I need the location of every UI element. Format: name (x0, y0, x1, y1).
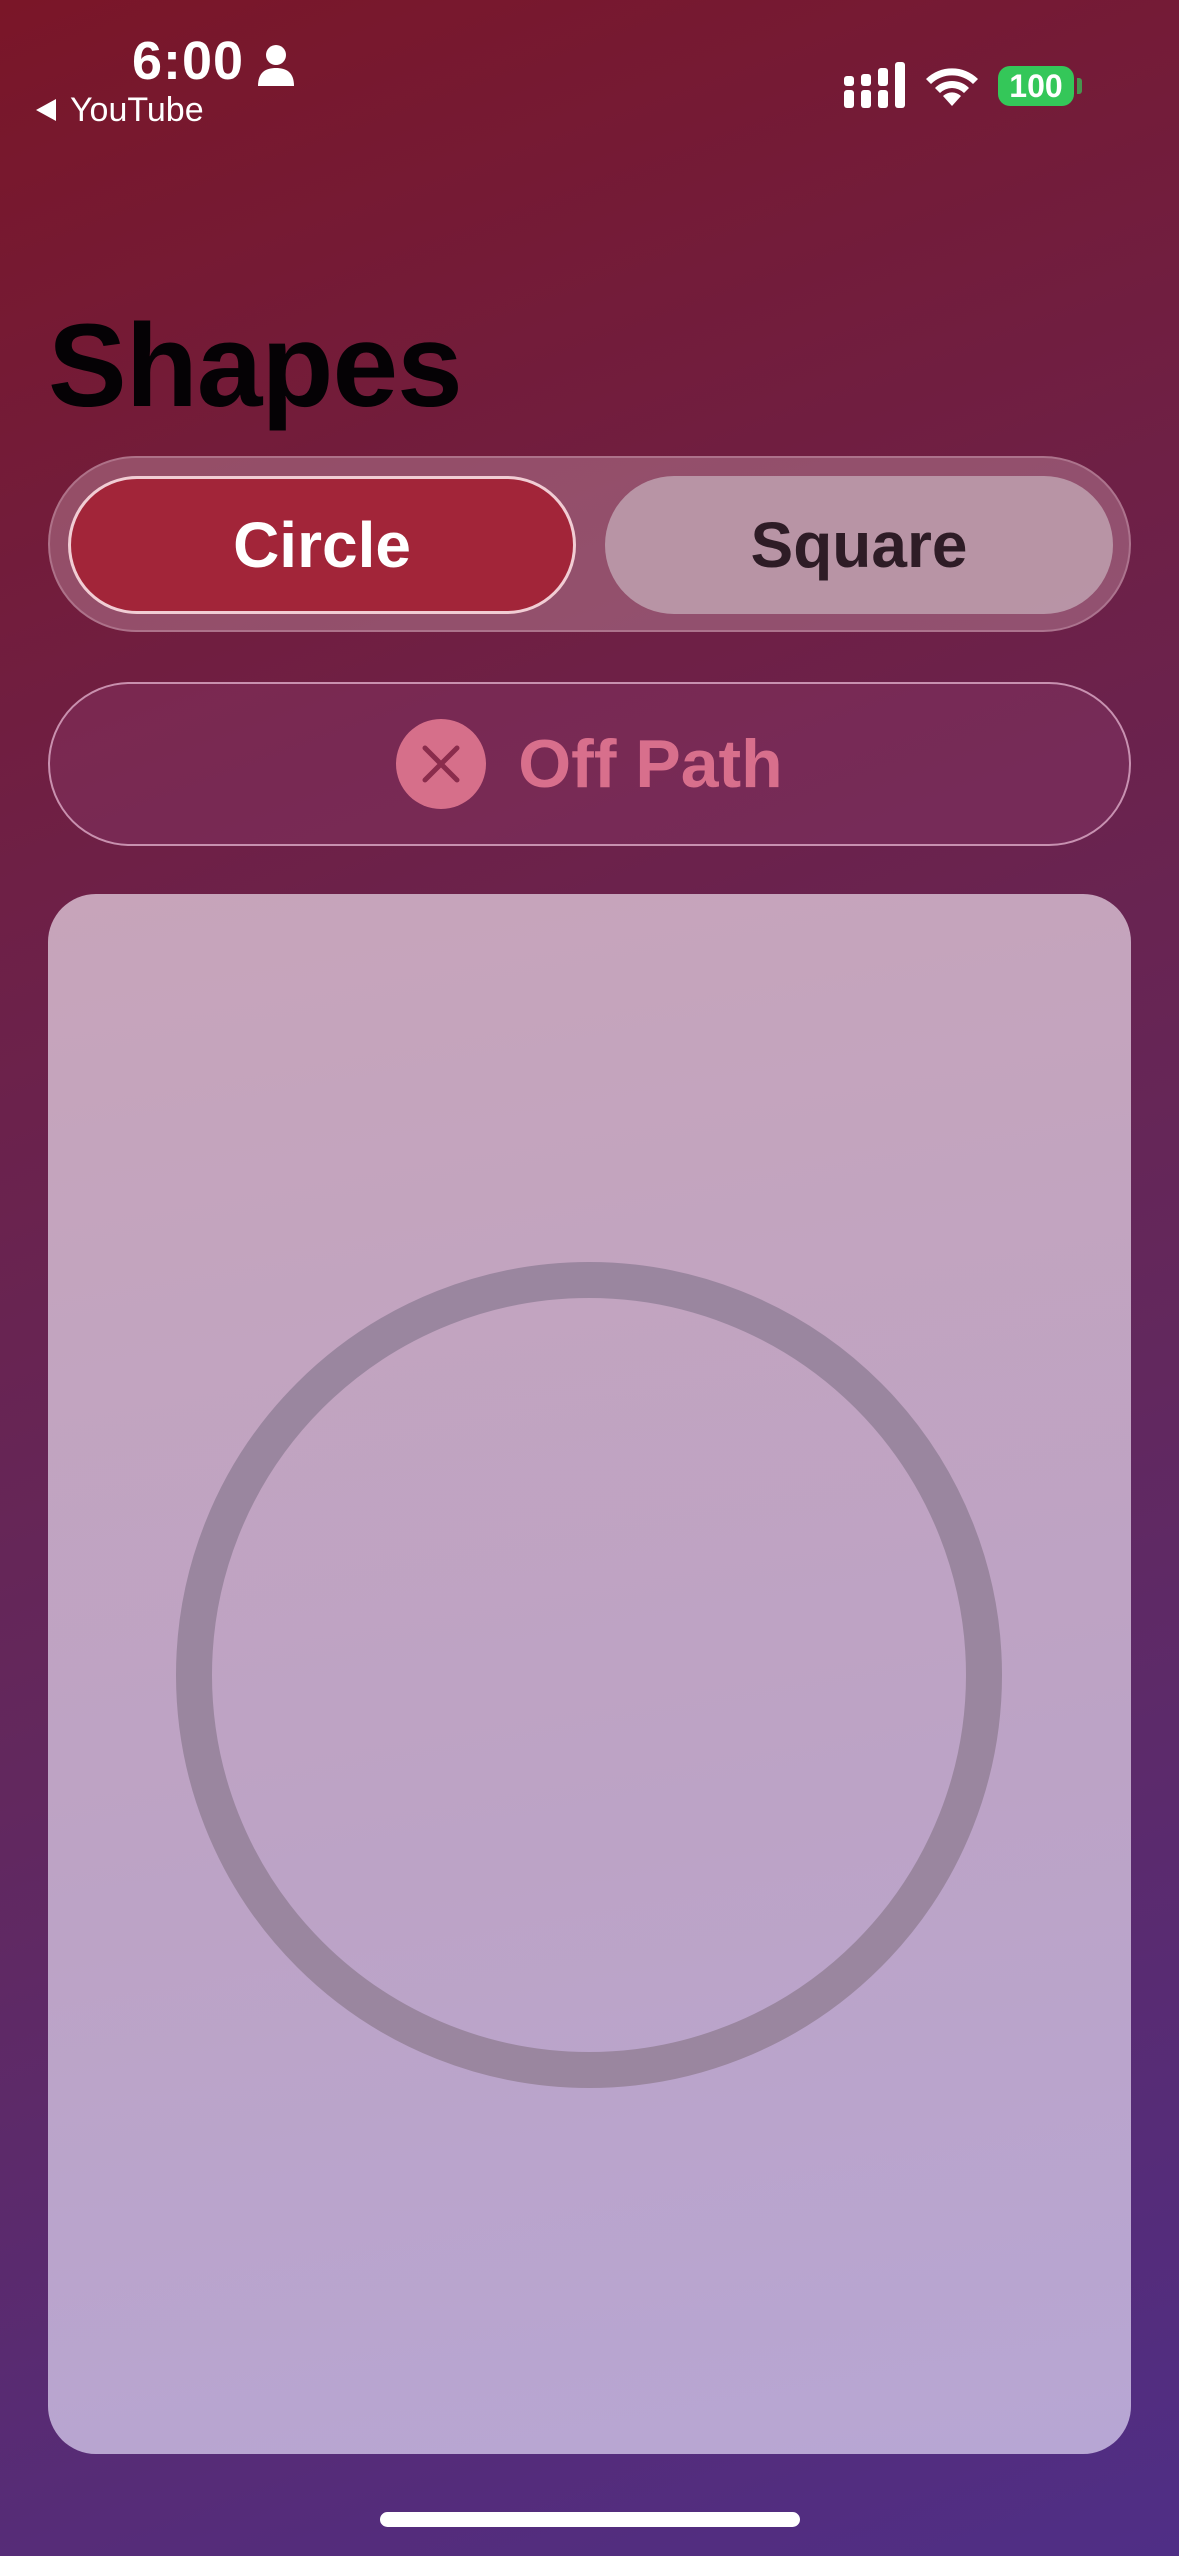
close-icon (396, 719, 487, 809)
page-title: Shapes (48, 300, 463, 432)
battery-nub (1077, 78, 1082, 94)
circle-path-shape (176, 1262, 1002, 2088)
person-icon (258, 45, 294, 86)
back-app-label: YouTube (70, 90, 204, 129)
shape-segmented-control: Circle Square (48, 456, 1131, 632)
battery-level: 100 (1009, 67, 1063, 104)
signal-icon (844, 62, 905, 108)
segment-circle[interactable]: Circle (68, 476, 576, 614)
wifi-icon (926, 68, 978, 106)
home-indicator[interactable] (380, 2512, 800, 2527)
drawing-canvas[interactable] (48, 894, 1131, 2454)
off-path-button[interactable]: Off Path (48, 682, 1131, 846)
status-time: 6:00 (132, 31, 245, 91)
off-path-label: Off Path (518, 726, 783, 802)
segment-square[interactable]: Square (605, 476, 1113, 614)
back-to-app-button[interactable]: YouTube (36, 90, 204, 130)
back-triangle-icon (36, 99, 56, 121)
battery-icon: 100 (998, 66, 1074, 106)
